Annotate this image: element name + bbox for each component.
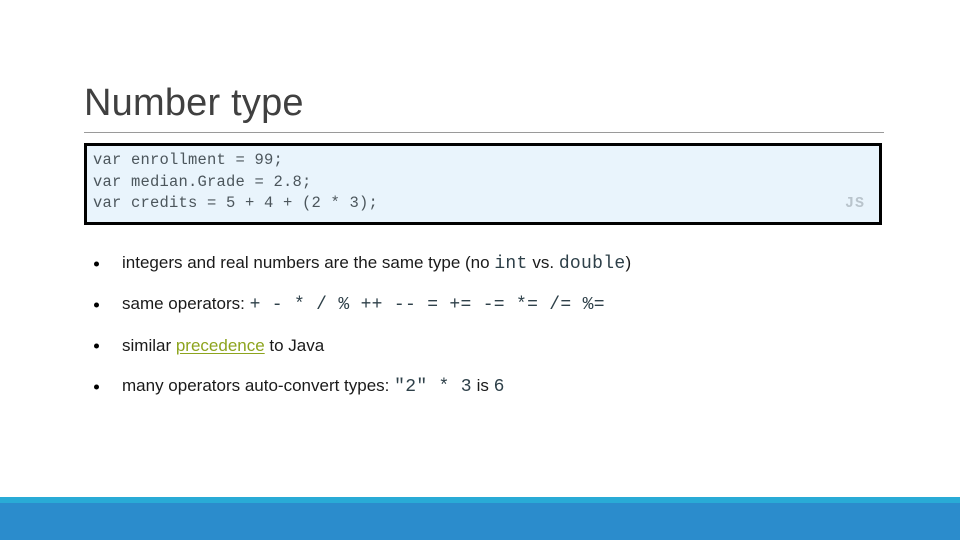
list-item: many operators auto-convert types: "2" *… (84, 366, 884, 407)
list-item-label: same operators: + - * / % ++ -- = += -= … (122, 292, 605, 317)
list-item-label: many operators auto-convert types: "2" *… (122, 374, 505, 399)
bullet-icon (94, 302, 99, 307)
text-run: ) (625, 253, 632, 272)
text-run: same operators: (122, 294, 250, 313)
slide-canvas: Number type var enrollment = 99; var med… (0, 0, 960, 540)
text-run: vs. (527, 253, 559, 272)
inline-code: double (558, 254, 626, 274)
bullet-icon (94, 343, 99, 348)
list-item: similar precedence to Java (84, 325, 884, 366)
title-divider (84, 132, 884, 133)
list-item: same operators: + - * / % ++ -- = += -= … (84, 284, 884, 325)
text-run: is (471, 376, 494, 395)
text-run: to Java (264, 335, 325, 355)
list-item-label: similar precedence to Java (122, 334, 324, 358)
precedence-link[interactable]: precedence (176, 336, 265, 355)
page-title: Number type (84, 82, 304, 124)
code-language-label: JS (844, 195, 865, 212)
bullet-icon (94, 261, 99, 266)
text-run: many operators auto-convert types: (122, 376, 395, 395)
inline-code: "2" * 3 (394, 377, 472, 397)
list-item-label: integers and real numbers are the same t… (122, 251, 631, 276)
inline-code: + - * / % ++ -- = += -= *= /= %= (249, 295, 605, 315)
inline-code: 6 (493, 377, 505, 397)
bullet-list: integers and real numbers are the same t… (84, 243, 884, 407)
code-block: var enrollment = 99; var median.Grade = … (84, 143, 882, 225)
text-run: similar (122, 335, 176, 355)
bullet-icon (94, 384, 99, 389)
text-run: integers and real numbers are the same t… (122, 253, 495, 272)
footer-bar (0, 503, 960, 540)
code-block-text: var enrollment = 99; var median.Grade = … (93, 151, 379, 212)
list-item: integers and real numbers are the same t… (84, 243, 884, 284)
inline-code: int (494, 254, 528, 274)
